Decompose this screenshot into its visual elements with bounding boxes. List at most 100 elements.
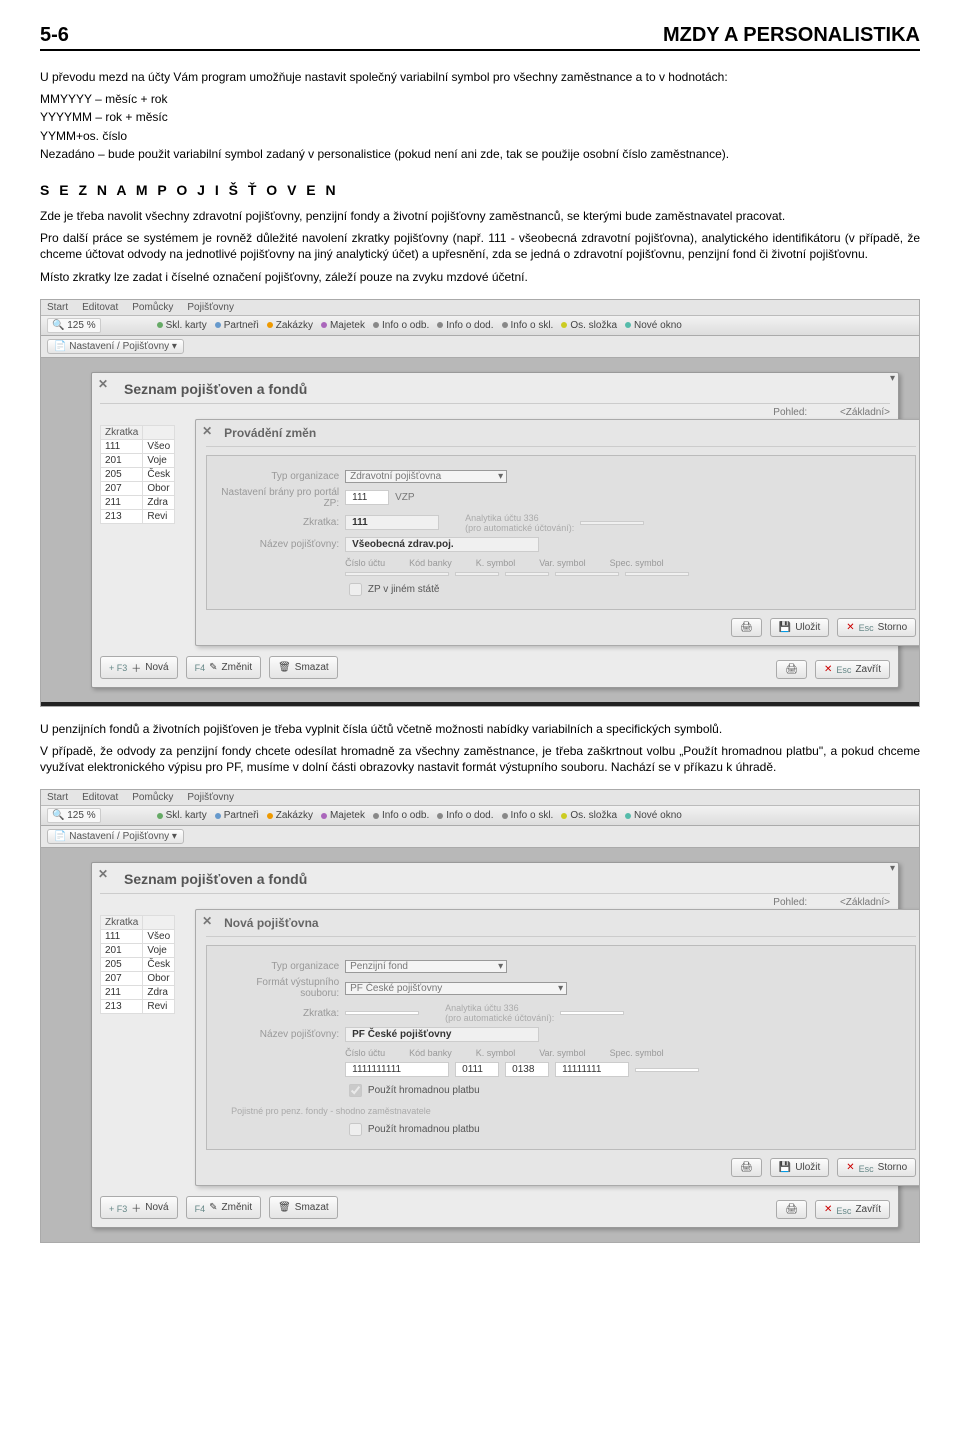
col-header: Číslo účtu	[345, 1048, 385, 1058]
zavrit-button[interactable]: ✕EscZavřít	[815, 660, 890, 679]
k-symbol-input[interactable]: 0138	[505, 1062, 549, 1077]
tb-info-odb[interactable]: Info o odb.	[373, 810, 429, 821]
tb-info-dod[interactable]: Info o dod.	[437, 320, 493, 331]
var-symbol-input[interactable]: 11111111	[555, 1062, 629, 1077]
screenshot-1: Start Editovat Pomůcky Pojišťovny 🔍 125 …	[40, 299, 920, 707]
printer-icon: 🖨	[740, 1162, 753, 1173]
tb-majetek[interactable]: Majetek	[321, 810, 365, 821]
plus-icon: ＋	[131, 1200, 141, 1215]
menu-pomucky[interactable]: Pomůcky	[132, 792, 173, 803]
ulozit-button[interactable]: 💾Uložit	[770, 618, 829, 637]
toolbar: 🔍 125 % Skl. karty Partneři Zakázky Maje…	[41, 316, 919, 336]
pojistovny-table[interactable]: Zkratka 111Všeo 201Voje 205Česk 207Obor …	[100, 915, 175, 1014]
zkratka-input[interactable]	[345, 1011, 419, 1015]
var-symbol-input[interactable]	[555, 572, 619, 576]
print-button[interactable]: 🖨	[731, 1158, 762, 1177]
zkratka-value: 111	[345, 515, 439, 530]
tb-nove-okno[interactable]: Nové okno	[625, 320, 682, 331]
tb-info-skl[interactable]: Info o skl.	[502, 320, 554, 331]
hromadna-platba2-checkbox[interactable]	[349, 1123, 362, 1136]
col-header: Kód banky	[409, 558, 452, 568]
print-button[interactable]: 🖨	[776, 660, 807, 679]
storno-button[interactable]: ✕EscStorno	[837, 1158, 916, 1177]
zmenit-button[interactable]: F4✎Změnit	[186, 1196, 261, 1219]
close-icon[interactable]: ✕	[202, 914, 212, 928]
table-row: 207Obor	[101, 972, 175, 986]
portal-code-input[interactable]: 111	[345, 490, 389, 505]
menu-pojistovny[interactable]: Pojišťovny	[187, 302, 234, 313]
smazat-button[interactable]: 🗑Smazat	[269, 656, 338, 679]
tb-sklkarty[interactable]: Skl. karty	[157, 320, 207, 331]
table-row: 213Revi	[101, 509, 175, 523]
panel-seznam-pojistoven: ✕ Seznam pojišťoven a fondů Pohled: <Zák…	[91, 862, 899, 1228]
kod-banky-input[interactable]	[455, 572, 499, 576]
typ-organizace-select[interactable]: Zdravotní pojišťovna	[345, 470, 507, 483]
cislo-uctu-input[interactable]: 1111111111	[345, 1062, 449, 1077]
tb-zakazky[interactable]: Zakázky	[267, 320, 313, 331]
zoom-indicator[interactable]: 🔍 125 %	[47, 318, 101, 333]
analytika-input[interactable]	[580, 521, 644, 525]
plus-icon: ＋	[131, 660, 141, 675]
col-header: K. symbol	[476, 558, 516, 568]
pohled-select[interactable]: <Základní>	[810, 897, 890, 908]
toolbar: 🔍 125 % Skl. karty Partneři Zakázky Maje…	[41, 806, 919, 826]
kod-banky-input[interactable]: 0111	[455, 1062, 499, 1077]
pohled-label: Pohled:	[773, 407, 807, 418]
screenshot-2: Start Editovat Pomůcky Pojišťovny 🔍 125 …	[40, 789, 920, 1243]
zavrit-button[interactable]: ✕EscZavřít	[815, 1200, 890, 1219]
tb-nove-okno[interactable]: Nové okno	[625, 810, 682, 821]
zoom-indicator[interactable]: 🔍 125 %	[47, 808, 101, 823]
close-icon[interactable]: ✕	[202, 424, 212, 438]
ulozit-button[interactable]: 💾Uložit	[770, 1158, 829, 1177]
spec-symbol-input[interactable]	[625, 572, 689, 576]
paragraph: V případě, že odvody za penzijní fondy c…	[40, 743, 920, 775]
menu-editovat[interactable]: Editovat	[82, 792, 118, 803]
tb-os-slozka[interactable]: Os. složka	[561, 810, 617, 821]
tb-info-dod[interactable]: Info o dod.	[437, 810, 493, 821]
typ-organizace-select[interactable]: Penzijní fond	[345, 960, 507, 973]
print-button[interactable]: 🖨	[776, 1200, 807, 1219]
edit-icon: ✎	[209, 662, 217, 673]
menu-start[interactable]: Start	[47, 792, 68, 803]
pohled-select[interactable]: <Základní>	[810, 407, 890, 418]
storno-button[interactable]: ✕EscStorno	[837, 618, 916, 637]
tab-nastaveni-pojistovny[interactable]: 📄 Nastavení / Pojišťovny ▾	[47, 339, 184, 354]
pojistovny-table[interactable]: Zkratka 111Všeo 201Voje 205Česk 207Obor …	[100, 425, 175, 524]
close-icon[interactable]: ✕	[98, 867, 108, 881]
tb-partneri[interactable]: Partneři	[215, 320, 259, 331]
list-item: YYMM+os. číslo	[40, 128, 920, 144]
nova-button[interactable]: + F3＋Nová	[100, 656, 178, 679]
format-select[interactable]: PF České pojišťovny	[345, 982, 567, 995]
zp-jinem-state-checkbox[interactable]	[349, 583, 362, 596]
table-row: 205Česk	[101, 467, 175, 481]
close-icon[interactable]: ✕	[98, 377, 108, 391]
analytika-sub: (pro automatické účtování):	[445, 1013, 554, 1023]
print-button[interactable]: 🖨	[731, 618, 762, 637]
hromadna-platba-checkbox[interactable]	[349, 1084, 362, 1097]
printer-icon: 🖨	[785, 1204, 798, 1215]
spec-symbol-input[interactable]	[635, 1068, 699, 1072]
k-symbol-input[interactable]	[505, 572, 549, 576]
menu-start[interactable]: Start	[47, 302, 68, 313]
tb-partneri[interactable]: Partneři	[215, 810, 259, 821]
table-row: 111Všeo	[101, 439, 175, 453]
zmenit-button[interactable]: F4✎Změnit	[186, 656, 261, 679]
nazev-label: Název pojišťovny:	[219, 539, 339, 550]
menu-editovat[interactable]: Editovat	[82, 302, 118, 313]
modal-provadeni-zmen: ✕ Provádění změn Typ organizace Zdravotn…	[195, 419, 920, 646]
tb-zakazky[interactable]: Zakázky	[267, 810, 313, 821]
edit-icon: ✎	[209, 1202, 217, 1213]
tb-info-skl[interactable]: Info o skl.	[502, 810, 554, 821]
tb-sklkarty[interactable]: Skl. karty	[157, 810, 207, 821]
menu-pojistovny[interactable]: Pojišťovny	[187, 792, 234, 803]
paragraph: Pro další práce se systémem je rovněž dů…	[40, 230, 920, 262]
analytika-input[interactable]	[560, 1011, 624, 1015]
tab-nastaveni-pojistovny[interactable]: 📄 Nastavení / Pojišťovny ▾	[47, 829, 184, 844]
menu-pomucky[interactable]: Pomůcky	[132, 302, 173, 313]
nova-button[interactable]: + F3＋Nová	[100, 1196, 178, 1219]
tb-os-slozka[interactable]: Os. složka	[561, 320, 617, 331]
smazat-button[interactable]: 🗑Smazat	[269, 1196, 338, 1219]
tb-majetek[interactable]: Majetek	[321, 320, 365, 331]
cislo-uctu-input[interactable]	[345, 572, 449, 576]
tb-info-odb[interactable]: Info o odb.	[373, 320, 429, 331]
